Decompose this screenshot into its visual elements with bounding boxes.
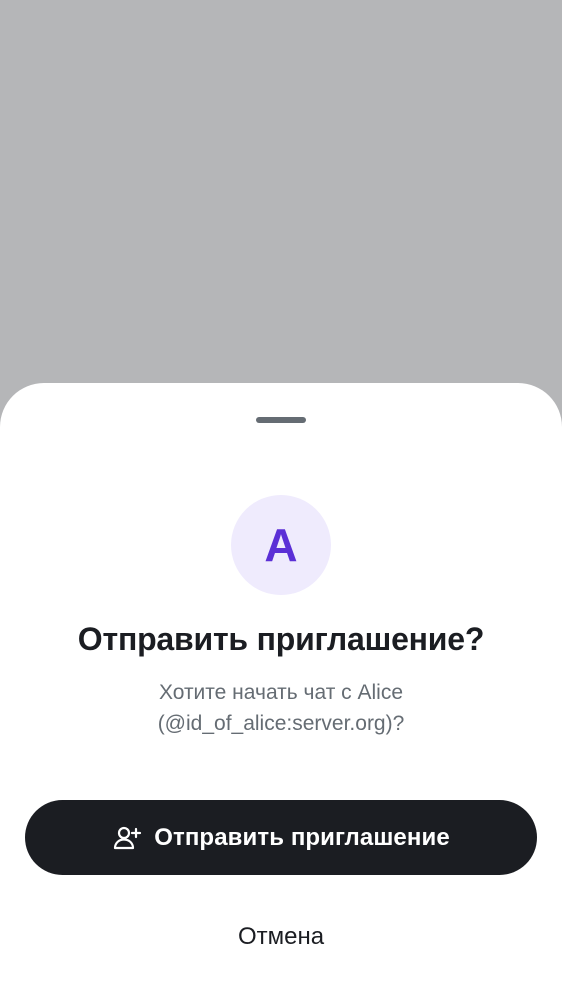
subtitle-line-1: Хотите начать чат с Alice bbox=[158, 681, 404, 704]
subtitle-line-2: (@id_of_alice:server.org)? bbox=[157, 712, 405, 735]
send-invite-button[interactable]: Отправить приглашение bbox=[25, 800, 537, 875]
send-invite-label: Отправить приглашение bbox=[154, 823, 450, 851]
dialog-title: Отправить приглашение? bbox=[77, 621, 485, 657]
cancel-button[interactable]: Отмена bbox=[181, 913, 381, 961]
drag-handle[interactable] bbox=[256, 417, 306, 423]
bottom-sheet: A Отправить приглашение? Хотите начать ч… bbox=[0, 383, 562, 1000]
person-add-icon bbox=[112, 823, 142, 853]
avatar-initial: A bbox=[264, 519, 298, 571]
avatar: A bbox=[231, 495, 331, 595]
dialog-subtitle: Хотите начать чат с Alice (@id_of_alice:… bbox=[60, 677, 502, 739]
